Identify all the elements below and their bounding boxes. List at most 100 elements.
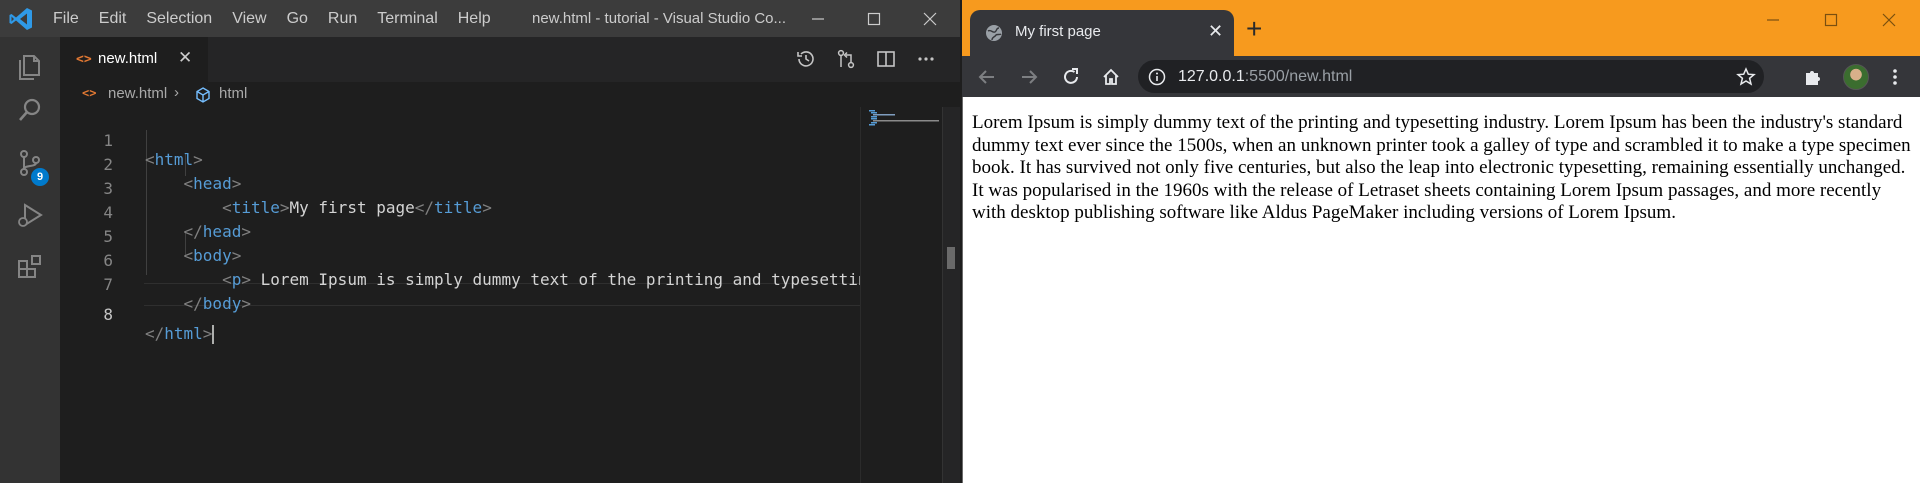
chrome-titlebar: My first page ✕ + bbox=[962, 0, 1920, 56]
more-actions-icon bbox=[918, 57, 934, 61]
reload-button[interactable] bbox=[1058, 64, 1084, 90]
menu-file[interactable]: File bbox=[43, 0, 89, 37]
url-path: :5500/new.html bbox=[1244, 68, 1353, 85]
timeline-icon bbox=[797, 51, 814, 67]
close-icon bbox=[923, 12, 937, 25]
home-icon bbox=[1103, 68, 1119, 85]
vscode-titlebar: File Edit Selection View Go Run Terminal… bbox=[0, 0, 960, 37]
extensions-icon bbox=[18, 255, 41, 278]
page-paragraph: Lorem Ipsum is simply dummy text of the … bbox=[972, 112, 1911, 223]
code-line: 2 <head> bbox=[60, 134, 860, 193]
activity-source-control[interactable]: 9 bbox=[0, 134, 60, 192]
menu-help[interactable]: Help bbox=[448, 0, 501, 37]
window-title: new.html - tutorial - Visual Studio Co..… bbox=[532, 10, 787, 27]
code-line: 1 <html> bbox=[60, 110, 860, 169]
split-editor-icon bbox=[877, 51, 895, 67]
chrome-menu-button[interactable] bbox=[1882, 64, 1908, 90]
search-icon bbox=[19, 98, 41, 121]
html-file-icon: <> bbox=[82, 86, 97, 100]
tag-open: </ bbox=[145, 324, 165, 343]
timeline-button[interactable] bbox=[792, 45, 820, 73]
code-line: 3 <title>My first page</title> bbox=[60, 158, 860, 217]
compare-changes-icon bbox=[837, 49, 855, 69]
vscode-logo-icon bbox=[9, 8, 32, 30]
globe-icon bbox=[986, 25, 1002, 41]
code-line: 7 </body> bbox=[60, 254, 860, 313]
close-icon bbox=[1882, 13, 1896, 27]
split-editor-button[interactable] bbox=[872, 45, 900, 73]
tab-new-html[interactable]: <> new.html ✕ bbox=[60, 37, 208, 82]
scrollbar-thumb[interactable] bbox=[947, 247, 955, 269]
back-button[interactable] bbox=[974, 64, 1000, 90]
editor-scrollbar[interactable] bbox=[942, 107, 960, 483]
url-text[interactable]: 127.0.0.1:5500/new.html bbox=[1178, 68, 1352, 86]
maximize-button[interactable] bbox=[846, 0, 902, 37]
browser-tab[interactable]: My first page ✕ bbox=[970, 10, 1234, 56]
tab-close-button[interactable]: ✕ bbox=[178, 48, 192, 68]
code-line: 4 </head> bbox=[60, 182, 860, 241]
code-line: 8 </html> bbox=[60, 284, 860, 344]
menu-selection[interactable]: Selection bbox=[136, 0, 222, 37]
vscode-window: File Edit Selection View Go Run Terminal… bbox=[0, 0, 960, 483]
minimap[interactable] bbox=[860, 107, 942, 483]
site-info-icon[interactable] bbox=[1148, 68, 1166, 86]
minimize-button[interactable] bbox=[1744, 0, 1802, 40]
back-icon bbox=[978, 70, 994, 84]
browser-toolbar: 127.0.0.1:5500/new.html bbox=[962, 56, 1920, 97]
activity-extensions[interactable] bbox=[0, 238, 60, 296]
new-tab-button[interactable]: + bbox=[1246, 15, 1262, 43]
home-button[interactable] bbox=[1098, 64, 1124, 90]
menu-view[interactable]: View bbox=[222, 0, 276, 37]
menu-bar: File Edit Selection View Go Run Terminal… bbox=[43, 0, 501, 37]
minimize-icon bbox=[1767, 19, 1779, 21]
tab-label: new.html bbox=[98, 50, 158, 67]
forward-button[interactable] bbox=[1016, 64, 1042, 90]
breadcrumb-file[interactable]: new.html bbox=[108, 85, 167, 102]
close-window-button[interactable] bbox=[902, 0, 958, 37]
maximize-button[interactable] bbox=[1802, 0, 1860, 40]
code-line: 6 <p> Lorem Ipsum is simply dummy text o… bbox=[60, 230, 860, 289]
extensions-icon bbox=[1806, 71, 1820, 85]
page-viewport: Lorem Ipsum is simply dummy text of the … bbox=[962, 97, 1920, 483]
breadcrumb: <> new.html › html bbox=[60, 82, 960, 107]
menu-edit[interactable]: Edit bbox=[89, 0, 137, 37]
menu-go[interactable]: Go bbox=[277, 0, 318, 37]
source-control-badge: 9 bbox=[31, 168, 49, 186]
extensions-button[interactable] bbox=[1800, 64, 1826, 90]
chrome-menu-icon bbox=[1893, 69, 1897, 85]
tag-name: html bbox=[164, 324, 203, 343]
editor-tab-bar: <> new.html ✕ bbox=[60, 37, 960, 82]
symbol-element-icon bbox=[196, 87, 210, 103]
close-window-button[interactable] bbox=[1860, 0, 1918, 40]
address-bar[interactable]: 127.0.0.1:5500/new.html bbox=[1138, 60, 1764, 93]
forward-icon bbox=[1022, 70, 1038, 84]
minimize-button[interactable] bbox=[790, 0, 846, 37]
menu-terminal[interactable]: Terminal bbox=[367, 0, 447, 37]
code-editor[interactable]: 1 <html> 2 <head> 3 <title>My first page… bbox=[60, 107, 860, 483]
code-line: 5 <body> bbox=[60, 206, 860, 265]
tab-close-button[interactable]: ✕ bbox=[1208, 21, 1223, 42]
url-host: 127.0.0.1 bbox=[1178, 68, 1245, 85]
breadcrumb-symbol[interactable]: html bbox=[219, 85, 247, 102]
compare-changes-button[interactable] bbox=[832, 45, 860, 73]
run-debug-icon bbox=[18, 203, 43, 227]
minimize-icon bbox=[812, 17, 824, 20]
bookmark-star-icon[interactable] bbox=[1736, 67, 1756, 87]
html-file-icon: <> bbox=[76, 52, 92, 67]
activity-search[interactable] bbox=[0, 81, 60, 139]
explorer-icon bbox=[19, 55, 40, 80]
more-actions-button[interactable] bbox=[912, 45, 940, 73]
maximize-icon bbox=[1824, 13, 1838, 27]
minimap-preview bbox=[869, 110, 939, 126]
tab-title: My first page bbox=[1015, 23, 1101, 40]
menu-run[interactable]: Run bbox=[318, 0, 367, 37]
activity-bar: 9 bbox=[0, 37, 60, 483]
profile-avatar[interactable] bbox=[1843, 64, 1869, 90]
maximize-icon bbox=[867, 12, 881, 25]
line-number: 8 bbox=[103, 305, 113, 324]
chrome-window: My first page ✕ + 127.0.0.1:5500/new.htm… bbox=[962, 0, 1920, 483]
activity-run-debug[interactable] bbox=[0, 186, 60, 244]
text-cursor bbox=[212, 325, 215, 344]
tag-close: > bbox=[202, 324, 213, 343]
breadcrumb-separator: › bbox=[174, 84, 179, 101]
